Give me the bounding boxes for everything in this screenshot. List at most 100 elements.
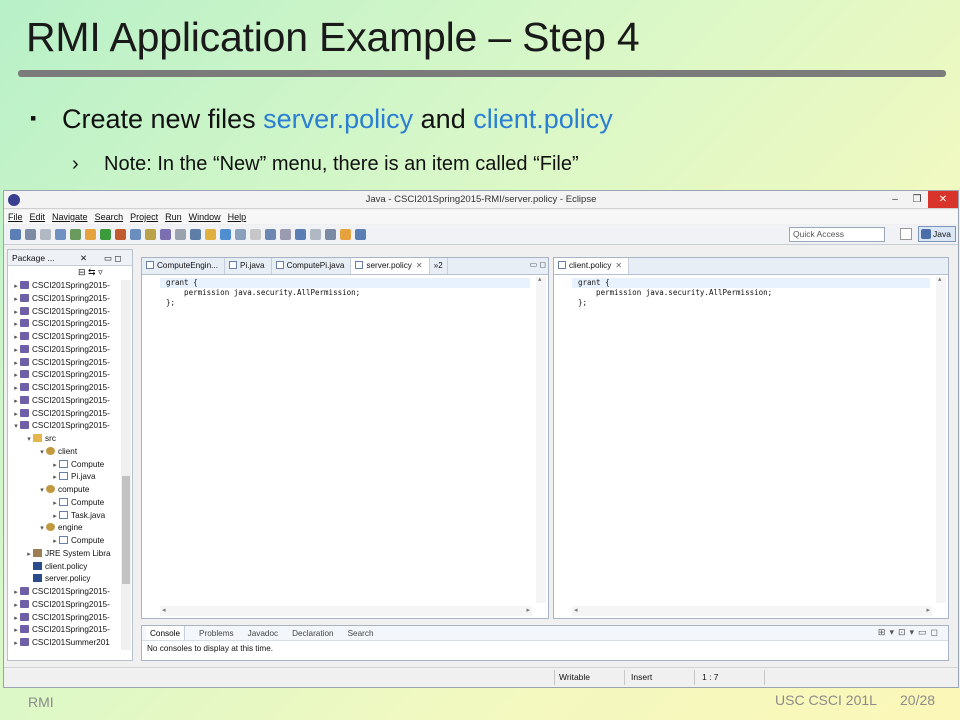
tree-toggle-icon[interactable]: ▸ [12, 600, 20, 612]
editor-tab[interactable]: ComputePi.java [272, 258, 352, 274]
package-scrollbar[interactable] [121, 280, 131, 650]
menu-edit[interactable]: Edit [30, 210, 46, 224]
tab-declaration[interactable]: Declaration [292, 626, 333, 640]
close-icon[interactable]: ✕ [80, 250, 87, 266]
toolbar-icon[interactable] [235, 229, 246, 240]
tree-toggle-icon[interactable]: ▸ [12, 332, 20, 344]
tree-item[interactable]: ▸ Compute [8, 459, 122, 472]
console-toolbar-icons[interactable]: ⊞▾⊡▾▭◻ [878, 627, 942, 638]
toolbar-icon[interactable] [130, 229, 141, 240]
toolbar-icon[interactable] [85, 229, 96, 240]
toolbar-icon[interactable] [310, 229, 321, 240]
tree-item[interactable]: ▸ JRE System Libra [8, 548, 122, 561]
tree-toggle-icon[interactable]: ▸ [51, 472, 59, 484]
tab-overflow-button[interactable]: »2 [430, 258, 448, 274]
code-area[interactable]: grant { permission java.security.AllPerm… [572, 278, 930, 308]
toolbar-icon[interactable] [325, 229, 336, 240]
menu-run[interactable]: Run [165, 210, 182, 224]
vertical-scrollbar[interactable] [536, 275, 546, 603]
toolbar-icon[interactable] [295, 229, 306, 240]
tree-item[interactable]: ▸ CSCI201Spring2015- [8, 408, 122, 421]
tree-item[interactable]: ▸ Task.java [8, 510, 122, 523]
toolbar-icon[interactable] [145, 229, 156, 240]
tree-toggle-icon[interactable]: ▾ [25, 434, 33, 446]
tree-toggle-icon[interactable]: ▸ [12, 281, 20, 293]
close-icon[interactable]: ✕ [615, 261, 622, 270]
tree-toggle-icon[interactable]: ▸ [51, 498, 59, 510]
open-perspective-icon[interactable] [900, 228, 912, 240]
tree-item[interactable]: ▸ CSCI201Spring2015- [8, 395, 122, 408]
tree-toggle-icon[interactable]: ▸ [12, 358, 20, 370]
tree-item[interactable]: ▾ engine [8, 522, 122, 535]
link-collapse-icons[interactable]: ⊟ ⇆ ▿ [78, 267, 103, 278]
editor-tab[interactable]: server.policy ✕ [351, 258, 430, 274]
horizontal-scrollbar[interactable]: ◂ ▸ [160, 606, 532, 616]
tree-toggle-icon[interactable]: ▾ [38, 523, 46, 535]
tab-problems[interactable]: Problems [199, 626, 234, 640]
java-perspective-button[interactable]: Java [918, 226, 956, 242]
tree-item[interactable]: ▾ src [8, 433, 122, 446]
tree-item[interactable]: ▸ CSCI201Summer201 [8, 637, 122, 650]
tab-javadoc[interactable]: Javadoc [248, 626, 279, 640]
tree-toggle-icon[interactable]: ▾ [12, 421, 20, 433]
tree-item[interactable]: ▸ CSCI201Spring2015- [8, 280, 122, 293]
menu-file[interactable]: File [8, 210, 23, 224]
tree-item[interactable]: ▾ CSCI201Spring2015- [8, 420, 122, 433]
toolbar-icon[interactable] [250, 229, 261, 240]
tree-item[interactable]: ▸ CSCI201Spring2015- [8, 586, 122, 599]
code-area[interactable]: grant { permission java.security.AllPerm… [160, 278, 530, 308]
tree-item[interactable]: ▸ CSCI201Spring2015- [8, 624, 122, 637]
tree-item[interactable]: ▸ Compute [8, 535, 122, 548]
toolbar-icon[interactable] [355, 229, 366, 240]
editor-tab[interactable]: client.policy ✕ [554, 258, 630, 274]
tree-item[interactable]: client.policy [8, 561, 122, 574]
tree-toggle-icon[interactable]: ▸ [51, 536, 59, 548]
tree-item[interactable]: ▸ Pi.java [8, 471, 122, 484]
tree-item[interactable]: server.policy [8, 573, 122, 586]
toolbar-icon[interactable] [190, 229, 201, 240]
toolbar-icon[interactable] [160, 229, 171, 240]
toolbar-icon[interactable] [70, 229, 81, 240]
tree-toggle-icon[interactable]: ▾ [38, 485, 46, 497]
close-icon[interactable]: ✕ [928, 191, 958, 208]
tree-toggle-icon[interactable]: ▸ [12, 587, 20, 599]
tree-item[interactable]: ▾ compute [8, 484, 122, 497]
toolbar-icon[interactable] [205, 229, 216, 240]
tree-item[interactable]: ▸ Compute [8, 497, 122, 510]
tree-item[interactable]: ▸ CSCI201Spring2015- [8, 318, 122, 331]
toolbar-icon[interactable] [40, 229, 51, 240]
menu-window[interactable]: Window [189, 210, 221, 224]
scroll-thumb[interactable] [122, 476, 130, 584]
tree-toggle-icon[interactable]: ▸ [12, 307, 20, 319]
tree-toggle-icon[interactable]: ▸ [12, 319, 20, 331]
menu-project[interactable]: Project [130, 210, 158, 224]
tree-toggle-icon[interactable]: ▸ [12, 613, 20, 625]
tree-item[interactable]: ▸ CSCI201Spring2015- [8, 599, 122, 612]
tab-search[interactable]: Search [348, 626, 374, 640]
tree-item[interactable]: ▾ client [8, 446, 122, 459]
quick-access-input[interactable]: Quick Access [789, 227, 885, 242]
editor-tab[interactable]: Pi.java [225, 258, 272, 274]
tree-item[interactable]: ▸ CSCI201Spring2015- [8, 331, 122, 344]
minimize-icon[interactable]: – [884, 191, 906, 208]
toolbar-icon[interactable] [10, 229, 21, 240]
toolbar-icon[interactable] [55, 229, 66, 240]
tree-item[interactable]: ▸ CSCI201Spring2015- [8, 357, 122, 370]
package-explorer-tab[interactable]: Package ... ✕ ▭ ◻ [8, 250, 132, 266]
tree-toggle-icon[interactable]: ▸ [12, 409, 20, 421]
menu-help[interactable]: Help [228, 210, 247, 224]
tree-toggle-icon[interactable]: ▾ [38, 447, 46, 459]
close-icon[interactable]: ✕ [416, 261, 423, 270]
tree-toggle-icon[interactable]: ▸ [12, 638, 20, 650]
tree-toggle-icon[interactable]: ▸ [12, 383, 20, 395]
vertical-scrollbar[interactable] [936, 275, 946, 603]
tree-item[interactable]: ▸ CSCI201Spring2015- [8, 369, 122, 382]
menu-navigate[interactable]: Navigate [52, 210, 88, 224]
horizontal-scrollbar[interactable]: ◂ ▸ [572, 606, 932, 616]
toolbar-icon[interactable] [25, 229, 36, 240]
tree-item[interactable]: ▸ CSCI201Spring2015- [8, 612, 122, 625]
toolbar-icon[interactable] [340, 229, 351, 240]
toolbar-icon[interactable] [265, 229, 276, 240]
toolbar-icon[interactable] [220, 229, 231, 240]
toolbar-icon[interactable] [280, 229, 291, 240]
